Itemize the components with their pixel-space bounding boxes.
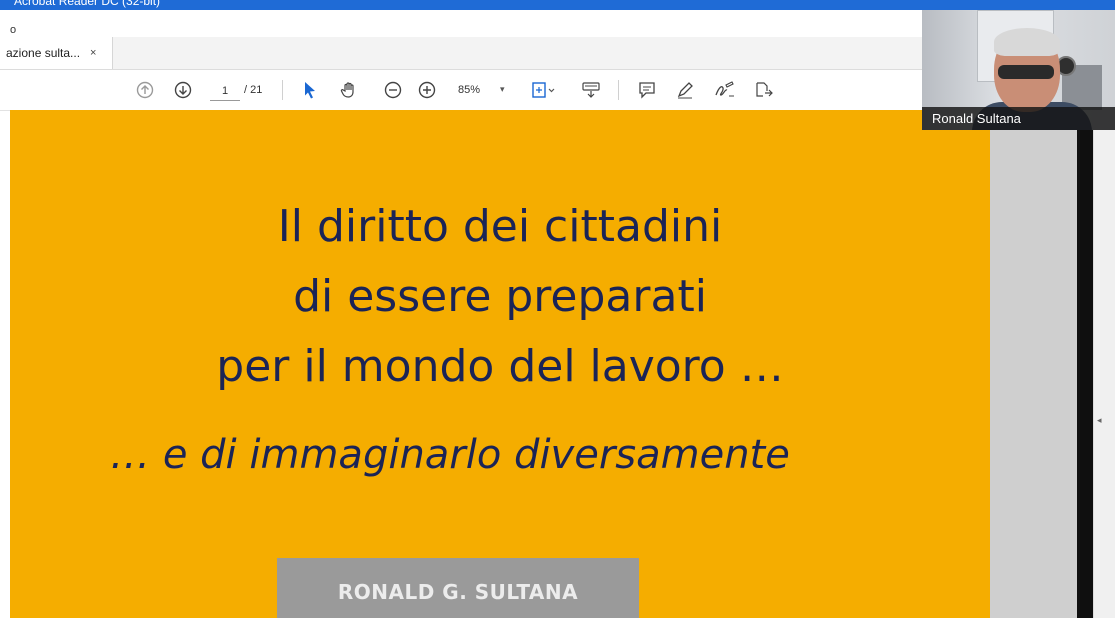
slide-title: Il diritto dei cittadini di essere prepa… (10, 192, 990, 402)
slide-title-line-1: Il diritto dei cittadini (277, 201, 723, 252)
fit-page-button[interactable] (528, 78, 558, 102)
participant-glasses (998, 65, 1054, 79)
menu-item-partial[interactable]: o (10, 24, 16, 36)
slide-page: Il diritto dei cittadini di essere prepa… (10, 110, 990, 618)
plus-circle-icon (418, 81, 436, 99)
previous-page-button[interactable] (134, 78, 156, 102)
window-titlebar: Acrobat Reader DC (32-bit) (0, 0, 1115, 10)
next-page-button[interactable] (172, 78, 194, 102)
zoom-level-select[interactable]: 85% (458, 84, 480, 96)
page-number-input[interactable]: 1 (210, 82, 240, 101)
minus-circle-icon (384, 81, 402, 99)
participant-hair (994, 28, 1060, 56)
window-title: Acrobat Reader DC (32-bit) (14, 0, 161, 8)
participant-name: Ronald Sultana (932, 111, 1021, 126)
comment-button[interactable] (636, 78, 658, 102)
hand-tool-button[interactable] (338, 78, 360, 102)
toolbar-divider (618, 80, 619, 100)
author-box: RONALD G. SULTANA (277, 558, 639, 618)
arrow-down-circle-icon (174, 81, 192, 99)
author-name: RONALD G. SULTANA (337, 580, 579, 604)
slide-subtitle: … e di immaginarlo diversamente (110, 432, 790, 478)
slide-title-line-2: di essere preparati (293, 271, 707, 322)
document-tab-label: azione sulta... (6, 46, 81, 60)
vertical-scrollbar[interactable] (1093, 110, 1115, 618)
zoom-in-button[interactable] (416, 78, 438, 102)
highlight-button[interactable] (674, 78, 696, 102)
slide-title-line-3: per il mondo del lavoro … (216, 341, 784, 392)
participant-name-bar: Ronald Sultana (922, 107, 1115, 130)
pen-icon (677, 82, 693, 99)
document-margin (990, 110, 1077, 618)
edit-send-icon (756, 82, 773, 97)
close-tab-icon[interactable]: × (90, 47, 96, 59)
hand-icon (340, 82, 354, 98)
fit-page-icon (532, 82, 555, 98)
participant-video-tile[interactable]: Ronald Sultana (922, 10, 1115, 130)
zoom-dropdown-icon[interactable]: ▾ (500, 84, 505, 95)
toolbar-divider (282, 80, 283, 100)
comment-icon (639, 82, 655, 99)
arrow-up-circle-icon (136, 81, 154, 99)
share-button[interactable] (752, 78, 776, 102)
zoom-out-button[interactable] (382, 78, 404, 102)
select-tool-button[interactable] (300, 78, 320, 102)
collapse-panel-icon[interactable]: ◂ (1097, 415, 1102, 426)
page-total: / 21 (244, 84, 263, 96)
side-panel-edge (1077, 128, 1093, 618)
scroll-mode-button[interactable] (580, 78, 602, 102)
cursor-arrow-icon (305, 82, 315, 99)
keyboard-down-icon (582, 82, 600, 98)
signature-icon (715, 81, 734, 97)
sign-button[interactable] (712, 78, 738, 102)
document-tab[interactable]: azione sulta... × (0, 37, 113, 69)
